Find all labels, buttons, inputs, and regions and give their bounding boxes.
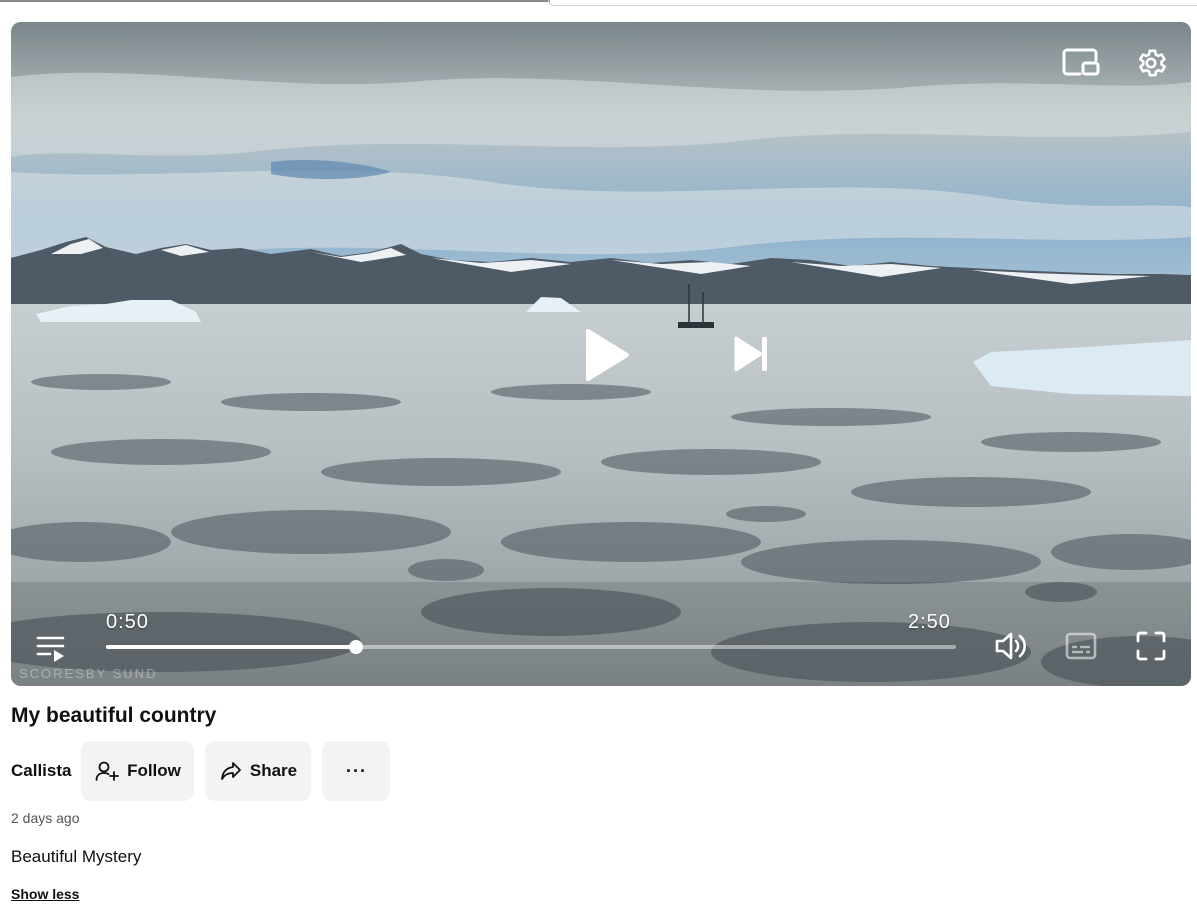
browser-top-edge — [0, 0, 1197, 6]
video-description: Beautiful Mystery — [11, 847, 142, 866]
volume-icon[interactable] — [991, 628, 1031, 664]
playlist-icon[interactable] — [33, 631, 69, 665]
video-watermark: SCORESBY SUND — [19, 666, 158, 681]
share-arrow-icon — [220, 760, 242, 782]
video-title: My beautiful country — [11, 704, 217, 727]
share-button[interactable]: Share — [205, 741, 312, 801]
author-name[interactable]: Callista — [11, 761, 71, 781]
seek-handle[interactable] — [348, 640, 363, 654]
settings-gear-icon[interactable] — [1132, 44, 1170, 82]
more-button[interactable]: ··· — [322, 741, 391, 801]
skip-next-icon[interactable] — [729, 332, 773, 376]
share-label: Share — [249, 761, 298, 780]
more-dots-icon: ··· — [345, 760, 367, 781]
video-actions-row: Callista Follow Share ··· — [11, 741, 391, 801]
follow-button[interactable]: Follow — [81, 741, 195, 801]
video-player[interactable]: SCORESBY SUND 0:50 2:50 — [11, 22, 1191, 686]
duration: 2:50 — [908, 611, 951, 633]
fullscreen-icon[interactable] — [1133, 628, 1169, 664]
follow-label: Follow — [127, 761, 181, 780]
follow-user-plus-icon — [95, 760, 119, 782]
seek-bar[interactable] — [106, 640, 956, 654]
play-icon[interactable] — [576, 325, 636, 385]
current-time: 0:50 — [106, 611, 149, 633]
show-less-link[interactable]: Show less — [11, 886, 79, 902]
captions-icon[interactable] — [1063, 629, 1099, 663]
posted-date: 2 days ago — [11, 810, 80, 826]
seek-fill — [106, 645, 356, 649]
pip-icon[interactable] — [1061, 45, 1101, 79]
